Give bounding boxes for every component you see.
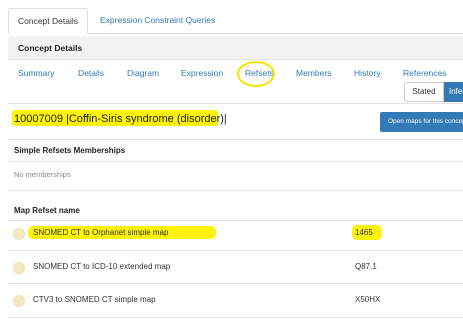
divider <box>8 317 463 318</box>
no-memberships-text: No memberships <box>14 170 71 179</box>
table-row[interactable]: SNOMED CT to Orphanet simple map 1465 <box>8 218 463 250</box>
concept-title: 10007009 |Coffin-Siris syndrome (disorde… <box>14 113 227 125</box>
divider <box>8 161 463 162</box>
stated-toggle-button[interactable]: Stated <box>404 82 444 102</box>
table-row[interactable]: SNOMED CT to ICD-10 extended map Q87.1 <box>8 252 463 284</box>
panel-title: Concept Details <box>8 36 463 60</box>
subnav-expression[interactable]: Expression <box>181 68 223 78</box>
concept-subnav: Summary Details Diagram Expression Refse… <box>8 60 463 104</box>
open-maps-button[interactable]: Open maps for this concept <box>380 112 463 132</box>
tab-expression-constraint-queries[interactable]: Expression Constraint Queries <box>90 8 225 34</box>
row-dot-icon <box>13 228 25 240</box>
simple-refsets-heading: Simple Refsets Memberships <box>14 146 126 155</box>
subnav-history[interactable]: History <box>354 68 380 78</box>
map-refset-heading: Map Refset name <box>14 206 80 215</box>
subnav-references[interactable]: References <box>403 68 446 78</box>
map-refset-name: SNOMED CT to Orphanet simple map <box>33 228 169 237</box>
map-target-code: Q87.1 <box>355 262 377 271</box>
map-refset-name: CTV3 to SNOMED CT simple map <box>33 295 156 304</box>
map-target-code: X50HX <box>355 295 381 304</box>
subnav-details[interactable]: Details <box>78 68 104 78</box>
divider <box>8 250 463 251</box>
table-row[interactable]: CTV3 to SNOMED CT simple map X50HX <box>8 285 463 317</box>
inferred-toggle-button[interactable]: Inferred <box>444 82 463 102</box>
divider <box>8 139 463 140</box>
row-dot-icon <box>13 295 25 307</box>
top-tab-bar: Concept Details Expression Constraint Qu… <box>8 8 463 34</box>
map-target-code: 1465 <box>355 228 373 237</box>
divider <box>8 190 463 191</box>
subnav-diagram[interactable]: Diagram <box>127 68 159 78</box>
map-refset-name: SNOMED CT to ICD-10 extended map <box>33 262 171 271</box>
subnav-summary[interactable]: Summary <box>18 68 54 78</box>
divider <box>8 283 463 284</box>
row-dot-icon <box>13 262 25 274</box>
refsets-highlight-circle <box>237 61 275 87</box>
subnav-members[interactable]: Members <box>296 68 331 78</box>
tab-concept-details[interactable]: Concept Details <box>8 8 88 34</box>
